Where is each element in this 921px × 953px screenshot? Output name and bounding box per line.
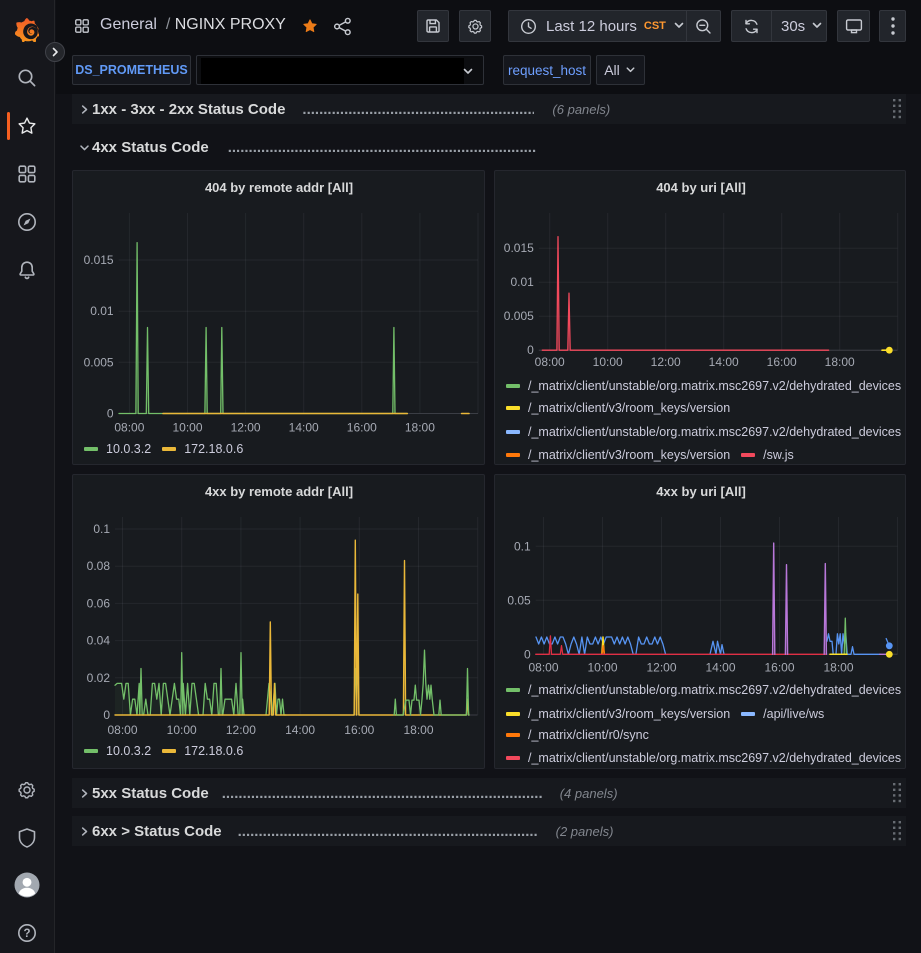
svg-text:0.015: 0.015: [504, 241, 534, 255]
svg-text:0: 0: [107, 407, 114, 421]
svg-text:12:00: 12:00: [646, 660, 676, 674]
svg-text:0.015: 0.015: [84, 253, 114, 267]
svg-text:12:00: 12:00: [231, 421, 261, 435]
svg-text:08:00: 08:00: [535, 355, 565, 369]
svg-text:0.1: 0.1: [93, 522, 110, 536]
svg-text:16:00: 16:00: [764, 660, 794, 674]
svg-text:0.08: 0.08: [87, 559, 111, 573]
svg-text:0.1: 0.1: [514, 539, 531, 553]
svg-text:0.04: 0.04: [87, 634, 111, 648]
svg-text:14:00: 14:00: [289, 421, 319, 435]
svg-text:12:00: 12:00: [651, 355, 681, 369]
svg-text:0: 0: [527, 343, 534, 357]
svg-text:0.005: 0.005: [504, 309, 534, 323]
svg-text:16:00: 16:00: [344, 723, 374, 737]
svg-text:14:00: 14:00: [285, 723, 315, 737]
svg-text:08:00: 08:00: [528, 660, 558, 674]
svg-text:404 by remote addr [All]: 404 by remote addr [All]: [205, 180, 353, 195]
svg-text:0.01: 0.01: [510, 275, 534, 289]
svg-text:18:00: 18:00: [823, 660, 853, 674]
svg-text:0: 0: [103, 708, 110, 722]
svg-text:0.01: 0.01: [90, 304, 114, 318]
svg-text:?: ?: [23, 928, 30, 940]
svg-text:10:00: 10:00: [587, 660, 617, 674]
svg-text:10:00: 10:00: [593, 355, 623, 369]
svg-text:12:00: 12:00: [226, 723, 256, 737]
svg-text:0.02: 0.02: [87, 671, 111, 685]
svg-text:16:00: 16:00: [767, 355, 797, 369]
svg-text:18:00: 18:00: [405, 421, 435, 435]
svg-text:404 by uri [All]: 404 by uri [All]: [656, 180, 746, 195]
svg-text:18:00: 18:00: [825, 355, 855, 369]
svg-text:18:00: 18:00: [403, 723, 433, 737]
svg-text:16:00: 16:00: [347, 421, 377, 435]
svg-text:08:00: 08:00: [107, 723, 137, 737]
svg-text:14:00: 14:00: [705, 660, 735, 674]
svg-text:0.005: 0.005: [84, 355, 114, 369]
svg-text:4xx by uri [All]: 4xx by uri [All]: [656, 484, 746, 499]
svg-text:4xx by remote addr [All]: 4xx by remote addr [All]: [205, 484, 353, 499]
svg-text:0.06: 0.06: [87, 596, 111, 610]
svg-text:0.05: 0.05: [507, 593, 531, 607]
svg-text:0: 0: [524, 647, 531, 661]
svg-text:14:00: 14:00: [709, 355, 739, 369]
svg-text:08:00: 08:00: [114, 421, 144, 435]
svg-text:10:00: 10:00: [172, 421, 202, 435]
svg-text:10:00: 10:00: [167, 723, 197, 737]
